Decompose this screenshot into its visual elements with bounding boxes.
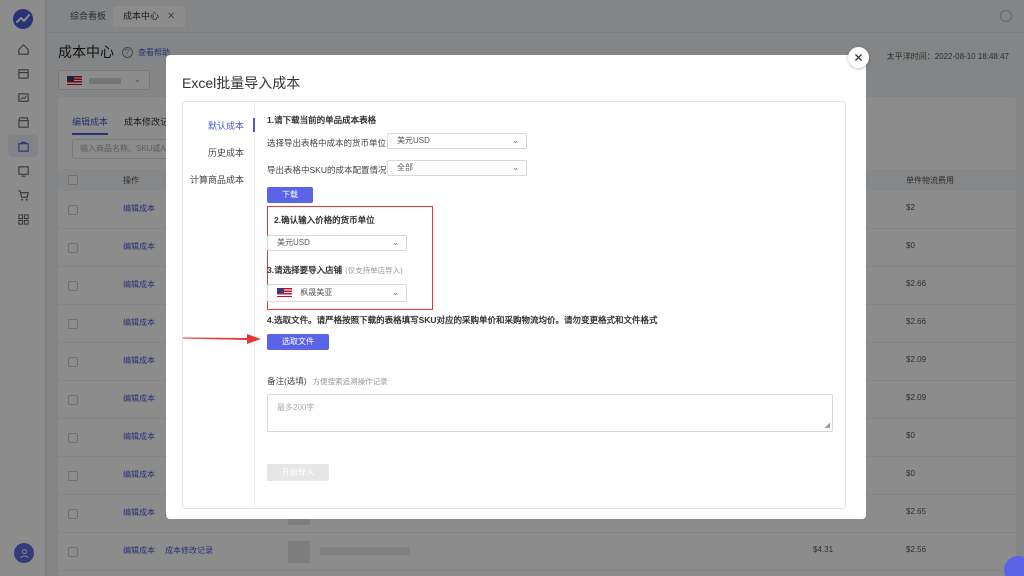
step1-title: 1.请下载当前的单品成本表格 — [267, 115, 377, 125]
note-label-text: 备注(选填) — [267, 376, 307, 386]
note-hint: 方便搜索追溯操作记录 — [312, 377, 388, 386]
export-currency-value: 美元USD — [397, 136, 430, 145]
menu-default-cost[interactable]: 默认成本 — [208, 119, 244, 132]
menu-calc-cost[interactable]: 计算商品成本 — [190, 173, 244, 186]
close-icon — [855, 54, 862, 61]
currency-label: 选择导出表格中成本的货币单位 — [267, 138, 387, 148]
step3-title-text: 3.请选择要导入店铺 — [267, 265, 343, 275]
choose-file-button[interactable]: 选取文件 — [267, 334, 329, 350]
step2-title: 2.确认输入价格的货币单位 — [274, 215, 375, 225]
config-select[interactable]: 全部 ⌄ — [387, 160, 527, 176]
input-currency-value: 美元USD — [277, 238, 310, 247]
step4-title: 4.选取文件。请严格按照下载的表格填写SKU对应的采购单价和采购物流均价。请勿变… — [267, 315, 658, 325]
download-button[interactable]: 下载 — [267, 187, 313, 203]
chevron-down-icon: ⌄ — [392, 288, 399, 297]
note-label: 备注(选填) 方便搜索追溯操作记录 — [267, 375, 388, 387]
annotation-arrow-icon — [183, 334, 261, 344]
us-flag-icon — [277, 288, 292, 298]
export-currency-select[interactable]: 美元USD ⌄ — [387, 133, 527, 149]
step3-hint: (仅支持单店导入) — [345, 266, 403, 275]
cost-type-menu: 默认成本 历史成本 计算商品成本 — [183, 102, 255, 508]
modal-body: 默认成本 历史成本 计算商品成本 1.请下载当前的单品成本表格 选择导出表格中成… — [182, 101, 846, 509]
store-value: 枫晟美亚 — [300, 288, 333, 297]
store-select[interactable]: 枫晟美亚 ⌄ — [267, 284, 407, 302]
chevron-down-icon: ⌄ — [392, 238, 399, 247]
import-cost-modal: Excel批量导入成本 默认成本 历史成本 计算商品成本 1.请下载当前的单品成… — [166, 55, 866, 519]
menu-history-cost[interactable]: 历史成本 — [208, 146, 244, 159]
config-value: 全部 — [397, 163, 413, 172]
config-label: 导出表格中SKU的成本配置情况 — [267, 165, 387, 175]
chevron-down-icon: ⌄ — [512, 163, 519, 172]
note-placeholder: 最多200字 — [277, 403, 315, 412]
start-import-button[interactable]: 开始导入 — [267, 464, 329, 481]
note-textarea[interactable]: 最多200字 ◢ — [267, 394, 833, 432]
input-currency-select[interactable]: 美元USD ⌄ — [267, 235, 407, 251]
modal-close-button[interactable] — [848, 47, 869, 68]
chevron-down-icon: ⌄ — [512, 136, 519, 145]
modal-title: Excel批量导入成本 — [182, 75, 301, 91]
step3-title: 3.请选择要导入店铺 (仅支持单店导入) — [267, 264, 403, 276]
resize-handle-icon[interactable]: ◢ — [825, 421, 830, 429]
menu-active-indicator — [253, 118, 255, 132]
